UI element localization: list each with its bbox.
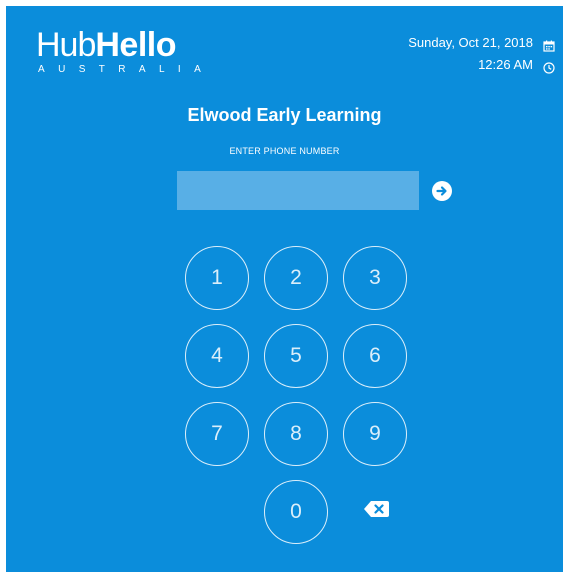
clock-icon bbox=[543, 59, 555, 74]
date-time-display: Sunday, Oct 21, 2018 12:26 AM bbox=[408, 32, 555, 76]
calendar-icon bbox=[543, 37, 555, 52]
keypad-key-2[interactable]: 2 bbox=[264, 246, 328, 310]
backspace-icon bbox=[364, 501, 389, 517]
kiosk-screen: HubHello AUSTRALIA Sunday, Oct 21, 2018 bbox=[6, 6, 563, 572]
time-row: 12:26 AM bbox=[408, 54, 555, 76]
current-time: 12:26 AM bbox=[478, 57, 533, 72]
keypad-key-7[interactable]: 7 bbox=[185, 402, 249, 466]
keypad-key-6[interactable]: 6 bbox=[343, 324, 407, 388]
phone-number-input[interactable] bbox=[177, 171, 419, 210]
arrow-right-circle-icon bbox=[436, 186, 447, 196]
current-date: Sunday, Oct 21, 2018 bbox=[408, 35, 533, 50]
enter-phone-prompt: ENTER PHONE NUMBER bbox=[229, 146, 340, 156]
hubhello-logo: HubHello AUSTRALIA bbox=[36, 26, 206, 82]
keypad-key-3[interactable]: 3 bbox=[343, 246, 407, 310]
logo-hello-text: Hello bbox=[95, 26, 176, 64]
centre-name-title: Elwood Early Learning bbox=[187, 105, 382, 125]
backspace-button[interactable] bbox=[362, 499, 390, 519]
logo-hub-text: Hub bbox=[36, 26, 96, 64]
logo-wordmark: HubHello bbox=[36, 26, 176, 64]
keypad-key-5[interactable]: 5 bbox=[264, 324, 328, 388]
logo-region-text: AUSTRALIA bbox=[38, 64, 215, 75]
keypad-key-1[interactable]: 1 bbox=[185, 246, 249, 310]
keypad-key-4[interactable]: 4 bbox=[185, 324, 249, 388]
keypad-key-8[interactable]: 8 bbox=[264, 402, 328, 466]
keypad-key-9[interactable]: 9 bbox=[343, 402, 407, 466]
keypad-key-0[interactable]: 0 bbox=[264, 480, 328, 544]
submit-button[interactable] bbox=[432, 181, 452, 201]
date-row: Sunday, Oct 21, 2018 bbox=[408, 32, 555, 54]
